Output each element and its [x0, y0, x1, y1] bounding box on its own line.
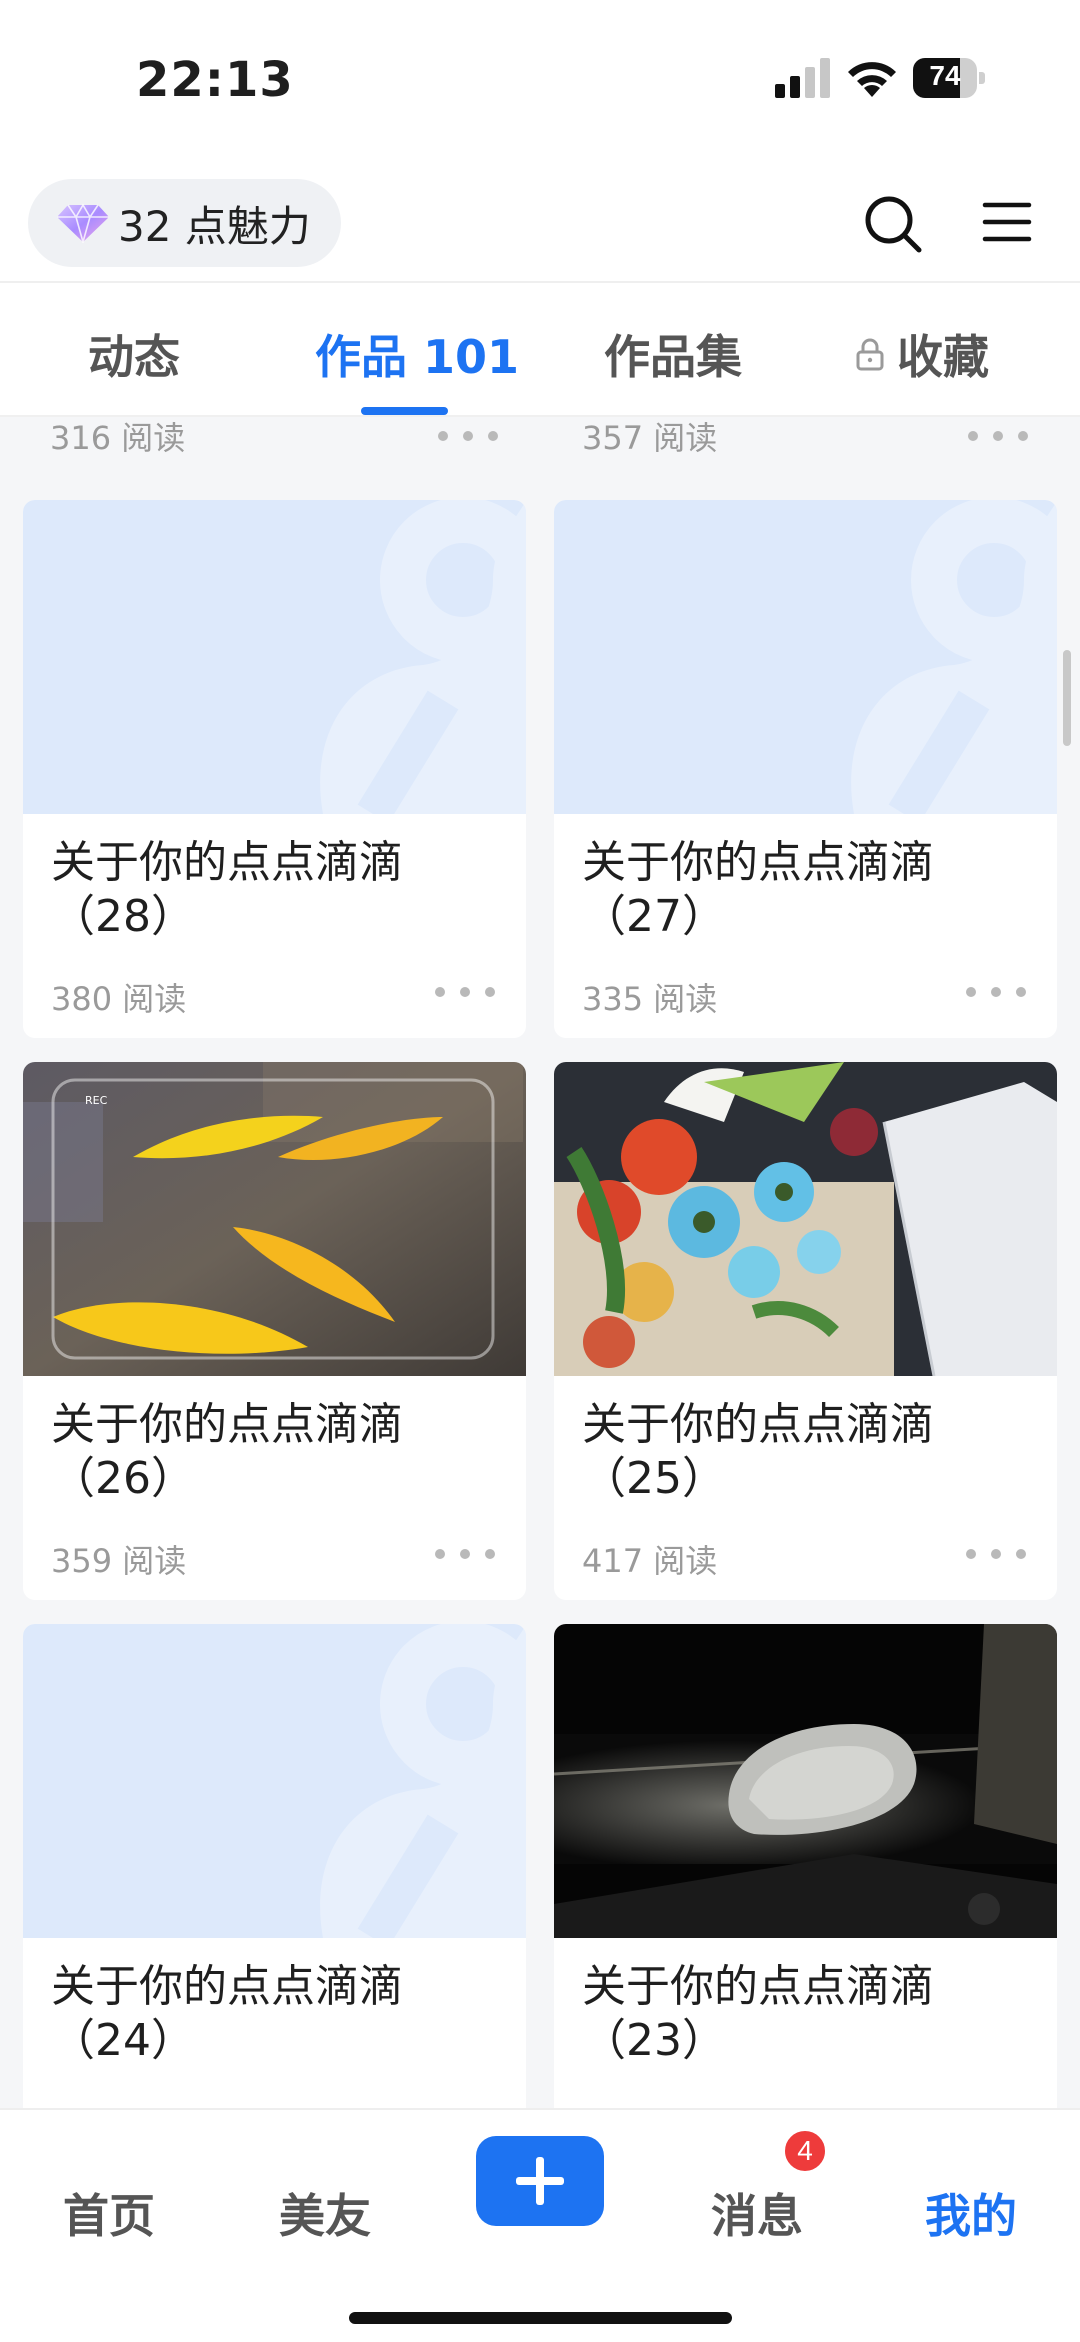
tab-works[interactable]: 作品 101	[315, 321, 519, 387]
card-title: 关于你的点点滴滴（26）	[51, 1399, 403, 1504]
wifi-icon	[848, 62, 896, 97]
status-time: 22:13	[136, 52, 294, 108]
scrollbar-thumb[interactable]	[1063, 650, 1071, 746]
more-options-icon[interactable]	[966, 986, 1026, 998]
work-card[interactable]: 关于你的点点滴滴（24）	[23, 1624, 526, 2108]
home-indicator	[349, 2312, 732, 2324]
battery-level: 74	[929, 60, 961, 91]
more-options-icon[interactable]	[435, 986, 495, 998]
nav-messages[interactable]: 消息	[711, 2180, 803, 2246]
profile-header: 32 点魅力	[0, 165, 1080, 283]
car-mirror-night-photo	[554, 1624, 1057, 1938]
work-card[interactable]: 关于你的点点滴滴（25） 417 阅读	[554, 1062, 1057, 1600]
placeholder-thumbnail	[23, 1624, 526, 1938]
work-card[interactable]: 关于你的点点滴滴（23）	[554, 1624, 1057, 2108]
read-count: 316 阅读	[50, 419, 186, 457]
read-count: 417 阅读	[582, 1542, 718, 1580]
messages-badge: 4	[782, 2128, 828, 2174]
card-title: 关于你的点点滴滴（23）	[582, 1961, 934, 2066]
read-count: 359 阅读	[51, 1542, 187, 1580]
create-post-button[interactable]	[476, 2136, 604, 2226]
nav-mine[interactable]: 我的	[925, 2180, 1017, 2246]
tab-collections-label: 作品集	[604, 330, 742, 384]
partial-card-meta: 316 阅读	[50, 418, 185, 457]
flower-bouquet-photo	[554, 1062, 1057, 1376]
nav-friends[interactable]: 美友	[279, 2180, 371, 2246]
charm-points-chip[interactable]: 32 点魅力	[28, 179, 341, 267]
charm-points-label: 32 点魅力	[118, 201, 311, 251]
read-count: 380 阅读	[51, 980, 187, 1018]
nav-home[interactable]: 首页	[63, 2180, 155, 2246]
bottom-navigation: 首页 美友 消息 4 我的	[0, 2108, 1080, 2342]
status-bar: 22:13 74	[0, 0, 1080, 165]
partial-card-meta: 357 阅读	[582, 418, 717, 457]
tab-updates[interactable]: 动态	[88, 321, 180, 387]
search-icon[interactable]	[862, 193, 924, 255]
yellow-leaves-photo: REC	[23, 1062, 526, 1376]
card-title: 关于你的点点滴滴（28）	[51, 837, 403, 942]
tab-works-label: 作品 101	[315, 330, 520, 384]
more-options-icon[interactable]	[435, 1548, 495, 1560]
card-title: 关于你的点点滴滴（27）	[582, 837, 934, 942]
card-title: 关于你的点点滴滴（24）	[51, 1961, 403, 2066]
menu-icon[interactable]	[982, 197, 1032, 247]
battery-icon: 74	[913, 58, 985, 98]
read-count: 357 阅读	[582, 419, 718, 457]
work-card[interactable]: 关于你的点点滴滴（27） 335 阅读	[554, 500, 1057, 1038]
placeholder-thumbnail	[23, 500, 526, 814]
tab-updates-label: 动态	[88, 330, 180, 384]
work-card[interactable]: 关于你的点点滴滴（28） 380 阅读	[23, 500, 526, 1038]
more-options-icon[interactable]	[968, 430, 1028, 442]
svg-text:REC: REC	[85, 1094, 108, 1107]
card-title: 关于你的点点滴滴（25）	[582, 1399, 934, 1504]
tab-favorites[interactable]: 收藏	[855, 321, 989, 387]
profile-tabs: 动态 作品 101 作品集 收藏	[0, 283, 1080, 417]
lock-icon	[856, 338, 884, 371]
app-root: 22:13 74 32 点魅力 动态 作品 101 作品集 收藏 316 阅读 …	[0, 0, 1080, 2342]
placeholder-thumbnail	[554, 500, 1057, 814]
read-count: 335 阅读	[582, 980, 718, 1018]
more-options-icon[interactable]	[966, 1548, 1026, 1560]
active-tab-indicator	[361, 407, 448, 415]
diamond-icon	[57, 203, 109, 243]
tab-favorites-label: 收藏	[897, 330, 989, 384]
more-options-icon[interactable]	[438, 430, 498, 442]
works-feed[interactable]: 316 阅读 357 阅读 关于你的点点滴滴（28） 380 阅读 关于你的点点…	[0, 418, 1080, 2108]
cellular-signal-icon	[775, 58, 830, 98]
tab-collections[interactable]: 作品集	[604, 321, 742, 387]
work-card[interactable]: REC 关于你的点点滴滴（26） 359 阅读	[23, 1062, 526, 1600]
